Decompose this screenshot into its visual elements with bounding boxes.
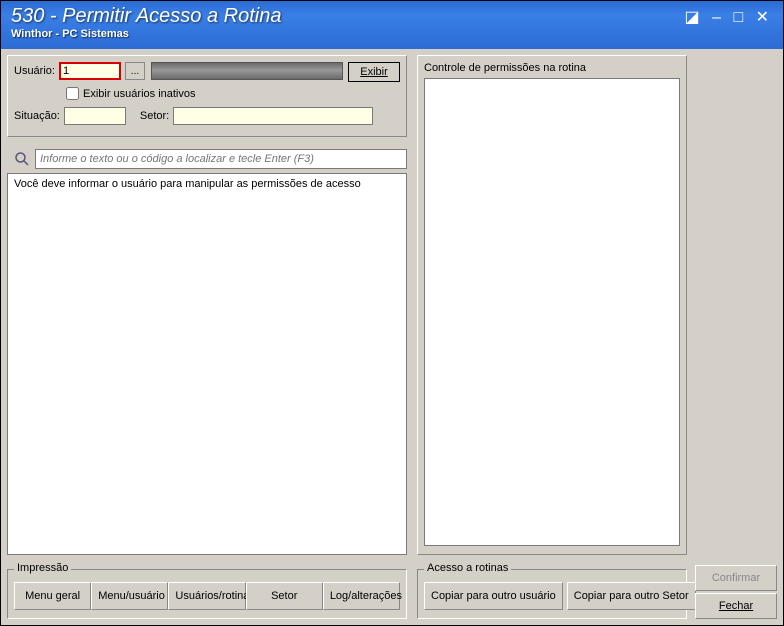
action-buttons: Confirmar Fechar xyxy=(695,563,777,619)
exibir-button[interactable]: Exibir xyxy=(348,62,400,82)
window-subtitle: Winthor - PC Sistemas xyxy=(11,28,773,40)
log-alteracoes-button[interactable]: Log/alterações xyxy=(323,582,400,610)
usuario-input[interactable] xyxy=(59,62,121,80)
menu-geral-button[interactable]: Menu geral xyxy=(14,582,91,610)
impressao-legend: Impressão xyxy=(14,562,71,574)
setor-label: Setor: xyxy=(140,110,169,122)
acesso-legend: Acesso a rotinas xyxy=(424,562,511,574)
inativos-label: Exibir usuários inativos xyxy=(83,88,196,100)
filter-panel: Usuário: ... Exibir Exibir usuários inat… xyxy=(7,55,407,137)
app-window: 530 - Permitir Acesso a Rotina Winthor -… xyxy=(0,0,784,626)
search-row xyxy=(7,147,407,171)
search-input[interactable] xyxy=(35,149,407,169)
results-list[interactable]: Você deve informar o usuário para manipu… xyxy=(7,173,407,555)
controle-label: Controle de permissões na rotina xyxy=(424,62,680,74)
controle-panel: Controle de permissões na rotina xyxy=(417,55,687,555)
copiar-usuario-button[interactable]: Copiar para outro usuário xyxy=(424,582,563,610)
titlebar: 530 - Permitir Acesso a Rotina Winthor -… xyxy=(1,1,783,49)
list-message: Você deve informar o usuário para manipu… xyxy=(14,178,361,190)
minimize-icon[interactable]: – xyxy=(712,9,725,26)
close-icon[interactable]: ✕ xyxy=(756,9,773,26)
controle-tree[interactable] xyxy=(424,78,680,546)
confirmar-button[interactable]: Confirmar xyxy=(695,565,777,591)
acesso-group: Acesso a rotinas Copiar para outro usuár… xyxy=(417,569,687,619)
setor-button[interactable]: Setor xyxy=(246,582,323,610)
usuario-label: Usuário: xyxy=(14,65,55,77)
setor-input[interactable] xyxy=(173,107,373,125)
usuario-lookup-button[interactable]: ... xyxy=(125,62,145,80)
client-area: Usuário: ... Exibir Exibir usuários inat… xyxy=(7,55,777,619)
fechar-label: Fechar xyxy=(719,600,753,612)
usuarios-rotina-button[interactable]: Usuários/rotina xyxy=(168,582,245,610)
usuario-display-bar xyxy=(151,62,343,80)
situacao-label: Situação: xyxy=(14,110,60,122)
situacao-input[interactable] xyxy=(64,107,126,125)
impressao-group: Impressão Menu geral Menu/usuário Usuári… xyxy=(7,569,407,619)
window-title: 530 - Permitir Acesso a Rotina xyxy=(11,5,773,28)
menu-usuario-button[interactable]: Menu/usuário xyxy=(91,582,168,610)
maximize-icon[interactable]: □ xyxy=(733,9,747,26)
copiar-setor-button[interactable]: Copiar para outro Setor xyxy=(567,582,696,610)
edit-icon[interactable]: ◪ xyxy=(685,9,704,26)
search-icon[interactable] xyxy=(13,150,31,168)
inativos-checkbox[interactable] xyxy=(66,87,79,100)
window-controls: ◪ – □ ✕ xyxy=(685,7,773,27)
fechar-button[interactable]: Fechar xyxy=(695,593,777,619)
